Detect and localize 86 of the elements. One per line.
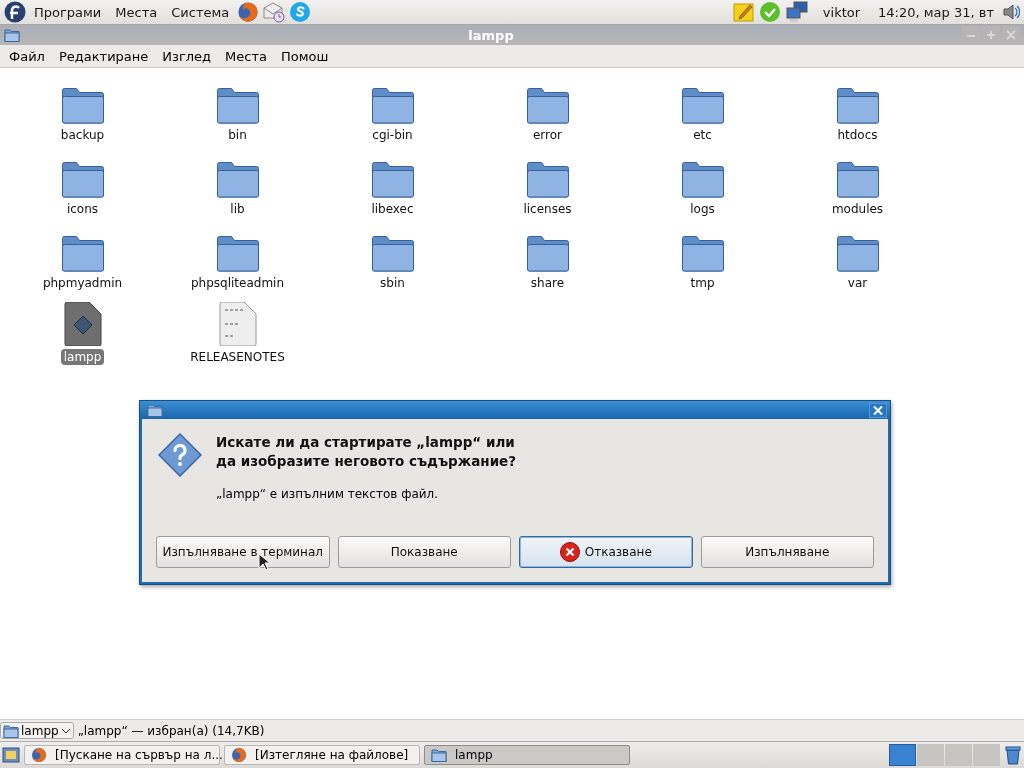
folder-icon — [3, 722, 19, 739]
folder-icon[interactable] — [680, 234, 725, 272]
file-name[interactable]: bin — [225, 127, 250, 143]
dialog-button[interactable]: Изпълняване в терминал — [156, 536, 330, 568]
file-name[interactable]: icons — [63, 201, 102, 217]
folder-icon[interactable] — [215, 160, 260, 198]
panel-menu[interactable]: Места — [109, 2, 164, 22]
taskbar-button[interactable]: [Изтегляне на файлове] — [224, 745, 420, 765]
menu-item[interactable]: Помош — [274, 46, 336, 66]
notes-icon[interactable] — [732, 1, 755, 23]
menu-item[interactable]: Файл — [2, 46, 52, 66]
folder-icon[interactable] — [525, 160, 570, 198]
file-name[interactable]: backup — [57, 127, 108, 143]
location-dropdown[interactable]: lampp — [0, 722, 74, 739]
volume-icon[interactable] — [1002, 2, 1020, 22]
folder-icon[interactable] — [835, 86, 880, 124]
panel-menu[interactable]: Програми — [28, 2, 108, 22]
taskbar-button[interactable]: [Пускане на сървър на л... — [24, 745, 220, 765]
folder-icon[interactable] — [370, 86, 415, 124]
workspace-switcher-cell[interactable] — [973, 744, 1000, 766]
window-title: lampp — [467, 27, 515, 43]
text-file-icon[interactable] — [218, 302, 257, 346]
browser-icon[interactable] — [237, 1, 260, 23]
browser-icon — [231, 747, 247, 763]
folder-icon[interactable] — [370, 160, 415, 198]
file-name[interactable]: RELEASENOTES — [187, 349, 288, 365]
file-name[interactable]: cgi-bin — [369, 127, 416, 143]
folder-icon[interactable] — [60, 234, 105, 272]
file-name[interactable]: tmp — [687, 275, 718, 291]
dialog-message: „lampp“ е изпълним текстов файл. — [216, 487, 440, 501]
folder-icon[interactable] — [370, 234, 415, 272]
window-folder-icon — [4, 27, 20, 43]
file-name[interactable]: licenses — [520, 201, 575, 217]
workspace-switcher-cell[interactable] — [917, 744, 944, 766]
file-name[interactable]: htdocs — [834, 127, 881, 143]
show-desktop-icon[interactable] — [2, 746, 20, 764]
question-icon — [158, 433, 202, 477]
user-name[interactable]: viktor — [810, 4, 871, 20]
file-name[interactable]: logs — [687, 201, 718, 217]
folder-icon[interactable] — [835, 234, 880, 272]
dialog-button[interactable]: Изпълняване — [700, 536, 874, 568]
file-name[interactable]: phpmyadmin — [39, 275, 126, 291]
folder-icon — [147, 402, 163, 418]
folder-icon[interactable] — [680, 160, 725, 198]
file-name[interactable]: sbin — [377, 275, 408, 291]
file-name[interactable]: error — [529, 127, 566, 143]
file-name[interactable]: lampp — [60, 349, 105, 365]
panel-menu[interactable]: Система — [165, 2, 236, 22]
file-name[interactable]: var — [844, 275, 871, 291]
menu-item[interactable]: Редактиране — [51, 46, 156, 66]
folder-icon[interactable] — [60, 160, 105, 198]
file-name[interactable]: phpsqliteadmin — [187, 275, 288, 291]
file-name[interactable]: etc — [690, 127, 715, 143]
trash-icon[interactable] — [1004, 745, 1022, 765]
chat-bubble-icon[interactable] — [289, 1, 312, 23]
distro-logo-icon[interactable] — [4, 1, 26, 23]
browser-icon — [31, 747, 47, 763]
workspace-switcher-cell[interactable] — [945, 744, 972, 766]
folder-icon[interactable] — [215, 86, 260, 124]
folder-icon[interactable] — [680, 86, 725, 124]
file-name[interactable]: lib — [227, 201, 248, 217]
folder-icon[interactable] — [835, 160, 880, 198]
file-name[interactable]: modules — [828, 201, 887, 217]
dialog-question: Искате ли да стартирате „lampp“ или да изобразите неговото съдържание? — [216, 433, 518, 471]
dialog-button[interactable]: Отказване — [519, 536, 693, 568]
dialog-button[interactable]: Показване — [337, 536, 511, 568]
mail-clock-icon[interactable] — [263, 1, 286, 23]
network-computers-icon[interactable] — [784, 1, 809, 23]
clock[interactable]: 14:20, мар 31, вт — [872, 4, 1000, 20]
folder-icon[interactable] — [215, 234, 260, 272]
taskbar-button[interactable]: lampp — [424, 745, 630, 765]
chevron-down-icon — [60, 726, 71, 735]
folder-icon[interactable] — [60, 86, 105, 124]
cancel-icon — [559, 542, 580, 562]
close-icon[interactable] — [869, 402, 887, 418]
menu-item[interactable]: Места — [218, 46, 274, 66]
menu-item[interactable]: Изглед — [155, 46, 219, 66]
status-text: „lampp“ — избран(а) (14,7KB) — [77, 723, 265, 738]
folder-icon[interactable] — [525, 86, 570, 124]
workspace-switcher-cell[interactable] — [889, 744, 916, 766]
file-name[interactable]: share — [527, 275, 568, 291]
file-name[interactable]: libexec — [368, 201, 417, 217]
script-file-icon[interactable] — [63, 302, 102, 346]
folder-icon — [431, 747, 447, 763]
folder-icon[interactable] — [525, 234, 570, 272]
check-status-icon[interactable] — [758, 1, 781, 23]
